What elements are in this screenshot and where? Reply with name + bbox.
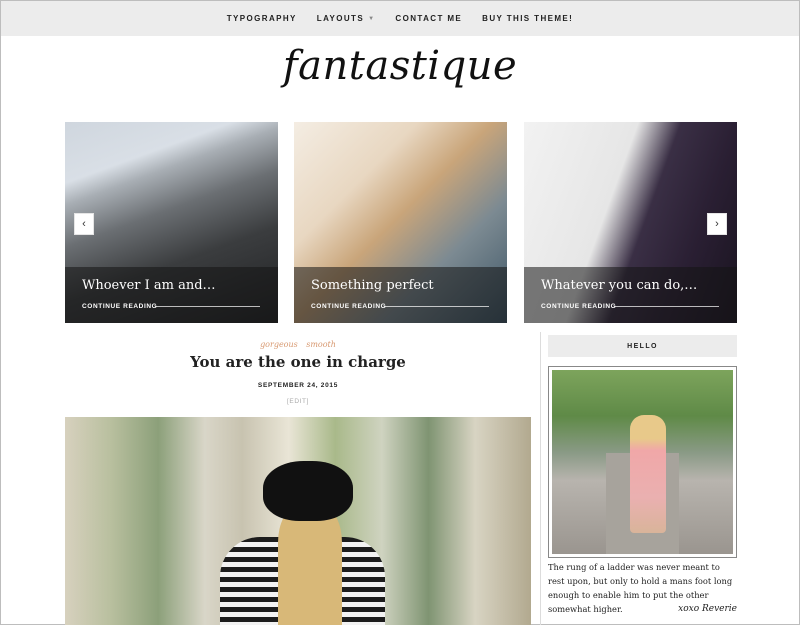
about-photo [548,366,737,558]
image-detail [630,415,666,533]
chevron-down-icon: ▼ [368,15,376,22]
signature: xoxo Reverie [678,604,737,614]
tag-link[interactable]: gorgeous [260,340,298,349]
nav-buy-theme[interactable]: BUY THIS THEME! [472,14,583,23]
post-tags: gorgeous smooth [65,334,531,352]
about-photo-image [552,370,733,554]
site-logo[interactable]: fantastique [1,43,799,89]
divider [614,306,719,307]
chevron-left-icon: ‹ [82,218,86,230]
continue-reading-link[interactable]: CONTINUE READING [541,303,616,310]
post-featured-image[interactable] [65,417,531,625]
site-logo-text: fantastique [282,43,518,89]
slide-title[interactable]: Something perfect [311,278,434,293]
slide-caption: Whoever I am and… CONTINUE READING [65,267,278,323]
post-date: SEPTEMBER 24, 2015 [257,382,339,389]
slide-caption: Something perfect CONTINUE READING [294,267,507,323]
tag-link[interactable]: smooth [306,340,336,349]
slide-1[interactable]: Whoever I am and… CONTINUE READING [65,122,278,323]
nav-contact-me[interactable]: CONTACT ME [385,14,472,23]
sidebar-divider [540,332,541,625]
slide-title[interactable]: Whatever you can do,… [541,278,697,293]
top-navigation: TYPOGRAPHY LAYOUTS ▼ CONTACT ME BUY THIS … [1,1,799,36]
divider [155,306,260,307]
nav-layouts[interactable]: LAYOUTS ▼ [307,14,386,23]
slide-2[interactable]: Something perfect CONTINUE READING [294,122,507,323]
continue-reading-link[interactable]: CONTINUE READING [82,303,157,310]
slider-prev-button[interactable]: ‹ [74,213,94,235]
image-detail [278,507,342,625]
slide-title[interactable]: Whoever I am and… [82,278,216,293]
sidebar-widget-title: HELLO [548,335,737,357]
image-detail [263,461,353,521]
chevron-right-icon: › [715,218,719,230]
slider-next-button[interactable]: › [707,213,727,235]
slide-caption: Whatever you can do,… CONTINUE READING [524,267,737,323]
continue-reading-link[interactable]: CONTINUE READING [311,303,386,310]
slide-3[interactable]: Whatever you can do,… CONTINUE READING [524,122,737,323]
divider [384,306,489,307]
nav-layouts-label: LAYOUTS [316,14,365,23]
post-title[interactable]: You are the one in charge [65,353,531,371]
nav-typography[interactable]: TYPOGRAPHY [217,14,307,23]
edit-link[interactable]: [EDIT] [65,398,531,405]
